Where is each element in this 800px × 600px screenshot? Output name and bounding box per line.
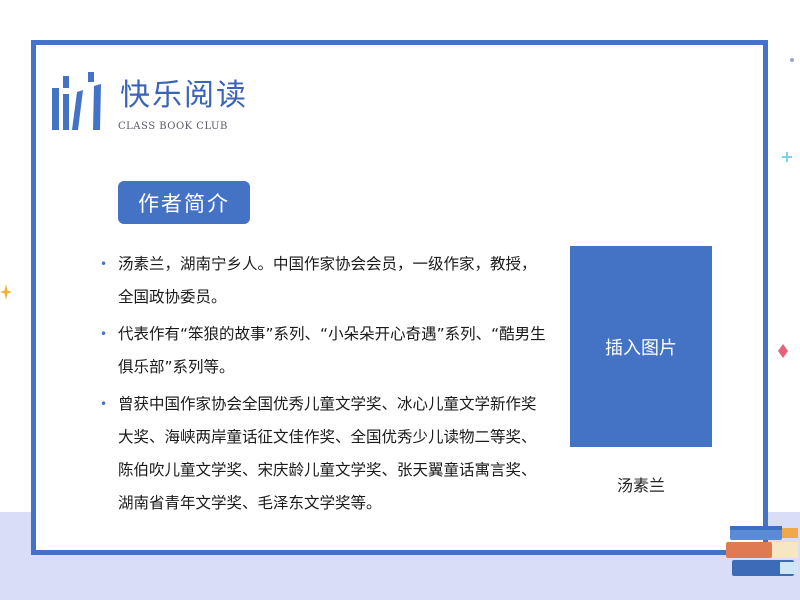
bullet-icon: •: [100, 327, 108, 341]
bio-text: 代表作有“笨狼的故事”系列、“小朵朵开心奇遇”系列、“酷男生俱乐部”系列等。: [118, 325, 546, 376]
bio-text: 曾获中国作家协会全国优秀儿童文学奖、冰心儿童文学新作奖大奖、海峡两岸童话征文佳作…: [118, 395, 537, 512]
sparkle-left-icon: [0, 284, 12, 300]
diamond-right-icon: [778, 344, 788, 358]
book-stack-icon: [726, 526, 798, 576]
bio-list: • 汤素兰，湖南宁乡人。中国作家协会会员，一级作家，教授，全国政协委员。 • 代…: [96, 248, 546, 524]
list-item: • 曾获中国作家协会全国优秀儿童文学奖、冰心儿童文学新作奖大奖、海峡两岸童话征文…: [96, 388, 546, 520]
app-title: 快乐阅读: [120, 78, 248, 113]
author-caption: 汤素兰: [616, 476, 665, 495]
books-logo-icon: [52, 72, 101, 130]
list-item: • 代表作有“笨狼的故事”系列、“小朵朵开心奇遇”系列、“酷男生俱乐部”系列等。: [96, 318, 546, 384]
bullet-icon: •: [100, 257, 108, 271]
section-heading: 作者简介: [118, 181, 250, 224]
image-placeholder-label: 插入图片: [605, 337, 677, 359]
bio-text: 汤素兰，湖南宁乡人。中国作家协会会员，一级作家，教授，全国政协委员。: [118, 255, 537, 306]
app-subtitle: CLASS BOOK CLUB: [118, 121, 228, 132]
image-placeholder[interactable]: 插入图片: [570, 246, 712, 447]
bullet-icon: •: [100, 397, 108, 411]
list-item: • 汤素兰，湖南宁乡人。中国作家协会会员，一级作家，教授，全国政协委员。: [96, 248, 546, 314]
plus-right-icon: [782, 152, 792, 162]
dot-right-icon: [790, 58, 794, 62]
